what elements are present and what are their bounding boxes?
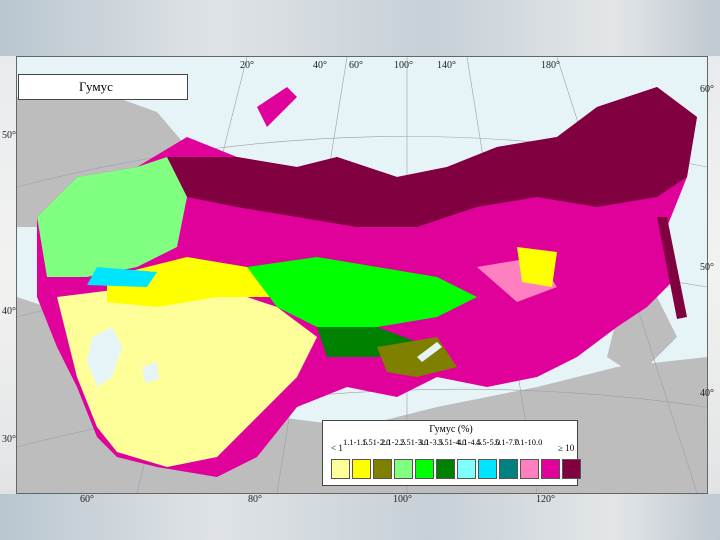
left-tick-1: 50° — [2, 130, 16, 141]
legend-class-label: 2.51-3.0 — [400, 437, 429, 447]
legend-class-label: 4.5-5.0 — [476, 437, 501, 447]
map-title: Гумус — [18, 74, 188, 100]
legend-swatch — [352, 459, 371, 479]
legend-class-label: 3.51-4.0 — [438, 437, 467, 447]
right-tick-3: 40° — [700, 388, 714, 399]
legend-swatch — [415, 459, 434, 479]
left-tick-3: 30° — [2, 434, 16, 445]
legend-swatch — [457, 459, 476, 479]
legend-swatch — [499, 459, 518, 479]
right-tick-2: 50° — [700, 262, 714, 273]
bottom-tick-1: 60° — [80, 494, 94, 505]
top-tick-1: 20° — [240, 60, 254, 71]
top-tick-6: 180° — [541, 60, 560, 71]
top-tick-5: 140° — [437, 60, 456, 71]
right-tick-1: 60° — [700, 84, 714, 95]
legend-class-label: 4.1-4.5 — [457, 437, 482, 447]
legend-class-label: 7.1-10.0 — [514, 437, 543, 447]
decorative-bottom-strip — [0, 494, 720, 540]
legend-class-label: 5.1-7.0 — [495, 437, 520, 447]
legend-swatch — [331, 459, 350, 479]
legend-low-label: < 1 — [331, 443, 343, 453]
legend-swatch — [478, 459, 497, 479]
top-tick-3: 60° — [349, 60, 363, 71]
legend-swatch — [541, 459, 560, 479]
bottom-tick-2: 80° — [248, 494, 262, 505]
legend-title: Гумус (%) — [429, 424, 473, 435]
legend-swatch — [520, 459, 539, 479]
legend-class-label: 3.1-3.5 — [419, 437, 444, 447]
legend-swatches — [331, 459, 583, 479]
decorative-top-strip — [0, 0, 720, 56]
bottom-tick-3: 100° — [393, 494, 412, 505]
legend-swatch — [394, 459, 413, 479]
legend-class-label: 1.1-1.5 — [343, 437, 368, 447]
top-tick-2: 40° — [313, 60, 327, 71]
legend: Гумус (%) < 1 ≥ 10 1.1-1.5 1.51-2.0 2.1-… — [322, 420, 581, 486]
legend-swatch — [373, 459, 392, 479]
legend-class-labels: 1.1-1.5 1.51-2.0 2.1-2.5 2.51-3.0 3.1-3.… — [343, 437, 553, 451]
legend-class-label: 2.1-2.5 — [381, 437, 406, 447]
legend-high-label: ≥ 10 — [558, 443, 575, 453]
top-tick-4: 100° — [394, 60, 413, 71]
legend-swatch — [562, 459, 581, 479]
left-tick-2: 40° — [2, 306, 16, 317]
yellow-east-patch — [517, 247, 557, 287]
legend-swatch — [436, 459, 455, 479]
bottom-tick-4: 120° — [536, 494, 555, 505]
legend-class-label: 1.51-2.0 — [362, 437, 391, 447]
